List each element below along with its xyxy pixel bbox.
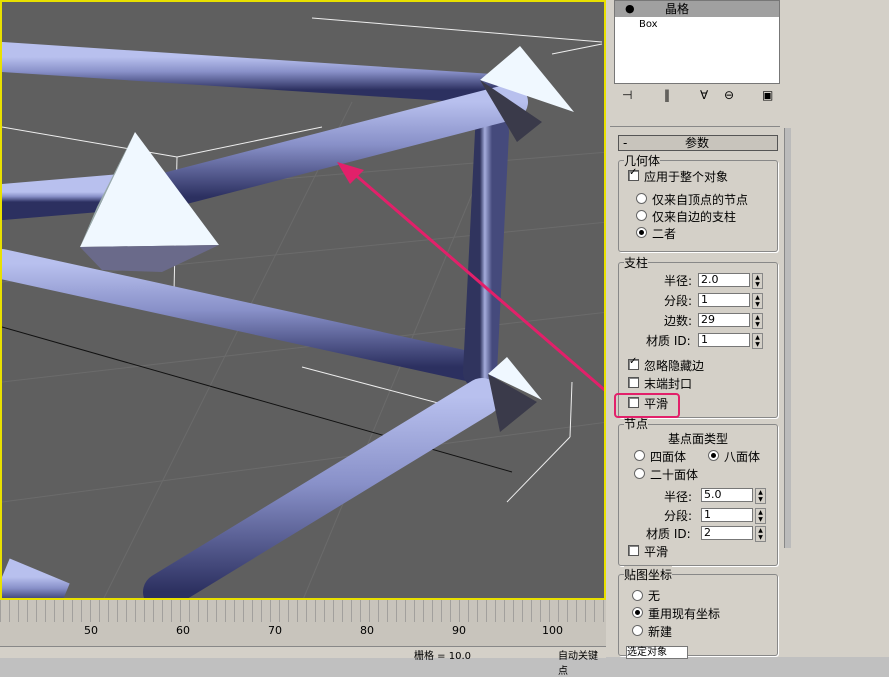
timeline[interactable]: 50 60 70 80 90 100 栅格 = 10.0 自动关键点 xyxy=(0,600,606,677)
stack-toolbar: ⊣ ‖ ∀ ⊖ ▣ xyxy=(616,88,780,108)
spinner-arrows-icon[interactable]: ▲ ▼ xyxy=(752,313,763,329)
struts-title: 支柱 xyxy=(624,254,649,271)
ignore-hidden-label: 忽略隐藏边 xyxy=(644,359,705,373)
modifier-stack[interactable]: ● 晶格 Box xyxy=(614,0,780,84)
spinner-arrows-icon[interactable]: ▲ ▼ xyxy=(752,273,763,289)
edges-label: 仅来自边的支柱 xyxy=(652,210,737,224)
tetra-radio[interactable] xyxy=(634,450,645,461)
both-radio[interactable] xyxy=(636,227,647,238)
rollout-title: 参数 xyxy=(685,136,710,150)
octa-label: 八面体 xyxy=(724,450,761,464)
mapping-title: 贴图坐标 xyxy=(624,566,673,583)
tick-label: 50 xyxy=(84,624,98,637)
perspective-viewport[interactable] xyxy=(0,0,606,600)
apply-all-checkbox[interactable] xyxy=(628,167,639,181)
icosa-label: 二十面体 xyxy=(650,468,699,482)
octa-radio[interactable] xyxy=(708,450,719,461)
joint-octahedron xyxy=(488,357,542,432)
end-caps-checkbox[interactable] xyxy=(628,377,639,388)
mapping-none-radio[interactable] xyxy=(632,590,643,601)
tetra-label: 四面体 xyxy=(650,450,687,464)
tick-label: 100 xyxy=(542,624,563,637)
collapse-icon: - xyxy=(623,136,628,150)
strut-sides-value[interactable]: 29 xyxy=(698,313,750,327)
remove-modifier-icon[interactable]: ⊖ xyxy=(724,88,734,102)
joint-segments-label: 分段: xyxy=(664,509,693,523)
mapping-new-radio[interactable] xyxy=(632,625,643,636)
auto-key-button[interactable]: 自动关键点 xyxy=(558,647,606,677)
tick-label: 60 xyxy=(176,624,190,637)
joint-radius-value[interactable]: 5.0 xyxy=(701,488,753,502)
strut-matid-label: 材质 ID: xyxy=(646,334,691,348)
end-caps-label: 末端封口 xyxy=(644,377,693,391)
smooth-highlight xyxy=(614,393,680,418)
joint-radius-label: 半径: xyxy=(664,490,693,504)
mapping-reuse-label: 重用现有坐标 xyxy=(648,607,721,621)
mapping-new-label: 新建 xyxy=(648,625,673,639)
spinner-arrows-icon[interactable]: ▲ ▼ xyxy=(752,333,763,349)
lightbulb-icon[interactable]: ● xyxy=(625,1,635,17)
spinner-arrows-icon[interactable]: ▲ ▼ xyxy=(752,293,763,309)
lattice-render xyxy=(2,17,604,598)
mapping-reuse-radio[interactable] xyxy=(632,607,643,618)
strut-sides-label: 边数: xyxy=(664,314,693,328)
icosa-radio[interactable] xyxy=(634,468,645,479)
strut-radius-value[interactable]: 2.0 xyxy=(698,273,750,287)
strut-matid-value[interactable]: 1 xyxy=(698,333,750,347)
mapping-none-label: 无 xyxy=(648,589,661,603)
spinner-arrows-icon[interactable]: ▲ ▼ xyxy=(755,508,766,524)
stack-item-label: 晶格 xyxy=(665,2,690,16)
both-label: 二者 xyxy=(652,227,677,241)
selected-dropdown[interactable]: 选定对象 xyxy=(626,646,688,659)
tick-label: 90 xyxy=(452,624,466,637)
edges-radio[interactable] xyxy=(636,210,647,221)
command-panel: ● 晶格 Box ⊣ ‖ ∀ ⊖ ▣ - 参数 几何体 应用于整个对象 仅来自顶… xyxy=(606,0,889,657)
panel-scrollbar[interactable] xyxy=(784,128,791,548)
spinner-arrows-icon[interactable]: ▲ ▼ xyxy=(755,488,766,504)
joint-segments-value[interactable]: 1 xyxy=(701,508,753,522)
strut-segments-label: 分段: xyxy=(664,294,693,308)
tick-label: 80 xyxy=(360,624,374,637)
timeline-ruler[interactable] xyxy=(0,600,606,622)
status-bar: 栅格 = 10.0 自动关键点 xyxy=(0,646,606,677)
spinner-arrows-icon[interactable]: ▲ ▼ xyxy=(755,526,766,542)
vertices-label: 仅来自顶点的节点 xyxy=(652,193,749,207)
make-unique-icon[interactable]: ∀ xyxy=(700,88,708,102)
ignore-hidden-checkbox[interactable] xyxy=(628,356,639,370)
vertices-radio[interactable] xyxy=(636,193,647,204)
grid-status: 栅格 = 10.0 xyxy=(414,651,472,662)
tick-label: 70 xyxy=(268,624,282,637)
joint-matid-value[interactable]: 2 xyxy=(701,526,753,540)
stack-item-lattice[interactable]: ● 晶格 xyxy=(615,1,779,17)
joint-smooth-label: 平滑 xyxy=(644,545,669,559)
show-end-result-icon[interactable]: ‖ xyxy=(664,88,670,102)
parameters-rollout-header[interactable]: - 参数 xyxy=(618,135,778,151)
joint-matid-label: 材质 ID: xyxy=(646,527,691,541)
configure-sets-icon[interactable]: ▣ xyxy=(762,88,773,102)
pin-stack-icon[interactable]: ⊣ xyxy=(622,88,632,102)
stack-item-box[interactable]: Box xyxy=(615,17,779,33)
strut-segments-value[interactable]: 1 xyxy=(698,293,750,307)
joint-smooth-checkbox[interactable] xyxy=(628,545,639,556)
strut-radius-label: 半径: xyxy=(664,274,693,288)
apply-all-label: 应用于整个对象 xyxy=(644,170,729,184)
base-type-label: 基点面类型 xyxy=(668,432,729,446)
